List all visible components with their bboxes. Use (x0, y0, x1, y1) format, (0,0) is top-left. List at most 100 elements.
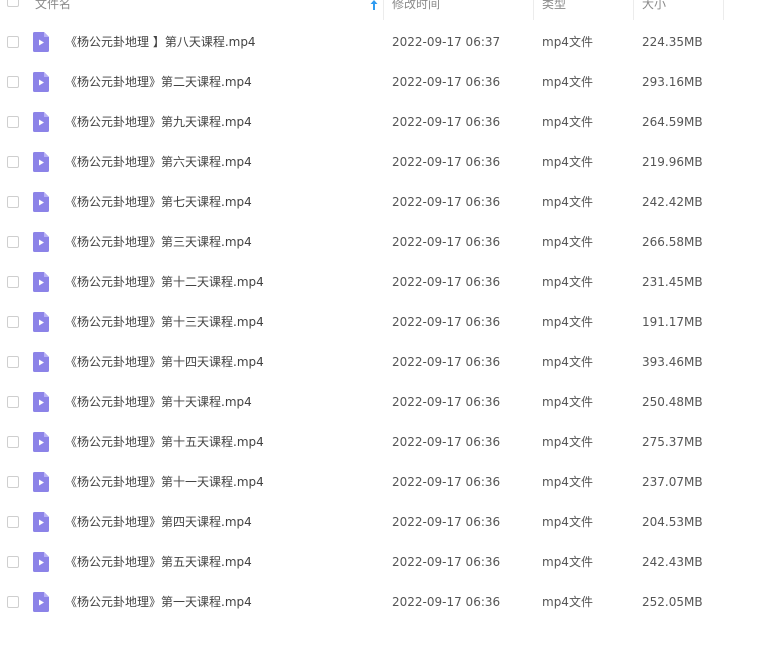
file-type: mp4文件 (542, 315, 593, 329)
row-checkbox[interactable] (7, 476, 19, 488)
file-type: mp4文件 (542, 35, 593, 49)
column-header-size[interactable]: 大小 (634, 0, 724, 20)
file-type: mp4文件 (542, 595, 593, 609)
file-size: 393.46MB (642, 355, 703, 369)
file-row[interactable]: 《杨公元卦地理》第十四天课程.mp4 2022-09-17 06:36 mp4文件 3… (0, 342, 764, 382)
sort-ascending-icon[interactable] (370, 0, 378, 10)
video-file-icon (33, 352, 49, 372)
file-row[interactable]: 《杨公元卦地理》第四天课程.mp4 2022-09-17 06:36 mp4文件 20… (0, 502, 764, 542)
video-file-icon (33, 392, 49, 412)
row-checkbox[interactable] (7, 236, 19, 248)
select-all-checkbox[interactable] (7, 0, 19, 7)
file-modified-time: 2022-09-17 06:36 (392, 155, 501, 169)
file-name[interactable]: 《杨公元卦地理》第二天课程.mp4 (65, 75, 252, 89)
file-type: mp4文件 (542, 555, 593, 569)
file-type: mp4文件 (542, 515, 593, 529)
file-name[interactable]: 《杨公元卦地理》第七天课程.mp4 (65, 195, 252, 209)
file-row[interactable]: 《杨公元卦地理》第五天课程.mp4 2022-09-17 06:36 mp4文件 24… (0, 542, 764, 582)
row-checkbox[interactable] (7, 36, 19, 48)
file-name[interactable]: 《杨公元卦地理》第九天课程.mp4 (65, 115, 252, 129)
file-type: mp4文件 (542, 275, 593, 289)
row-checkbox[interactable] (7, 436, 19, 448)
file-type: mp4文件 (542, 235, 593, 249)
file-row[interactable]: 《杨公元卦地理》第六天课程.mp4 2022-09-17 06:36 mp4文件 21… (0, 142, 764, 182)
column-header-date[interactable]: 修改时间 (384, 0, 534, 20)
file-name[interactable]: 《杨公元卦地理》第十一天课程.mp4 (65, 475, 264, 489)
column-header-name[interactable]: 文件名 (30, 0, 384, 20)
file-size: 242.43MB (642, 555, 703, 569)
file-size: 264.59MB (642, 115, 703, 129)
column-header-type[interactable]: 类型 (534, 0, 634, 20)
file-modified-time: 2022-09-17 06:36 (392, 355, 501, 369)
column-header-type-label: 类型 (542, 0, 567, 11)
video-file-icon (33, 272, 49, 292)
file-modified-time: 2022-09-17 06:36 (392, 195, 501, 209)
file-row[interactable]: 《杨公元卦地理》第十一天课程.mp4 2022-09-17 06:36 mp4文件 2… (0, 462, 764, 502)
file-name[interactable]: 《杨公元卦地理》第一天课程.mp4 (65, 595, 252, 609)
file-name[interactable]: 《杨公元卦地理》第五天课程.mp4 (65, 555, 252, 569)
video-file-icon (33, 152, 49, 172)
file-name[interactable]: 《杨公元卦地理》第三天课程.mp4 (65, 235, 252, 249)
file-row[interactable]: 《杨公元卦地理》第三天课程.mp4 2022-09-17 06:36 mp4文件 26… (0, 222, 764, 262)
file-modified-time: 2022-09-17 06:36 (392, 235, 501, 249)
file-size: 266.58MB (642, 235, 703, 249)
file-type: mp4文件 (542, 395, 593, 409)
file-size: 252.05MB (642, 595, 703, 609)
file-row[interactable]: 《杨公元卦地理 】第八天课程.mp4 2022-09-17 06:37 mp4文件 2… (0, 22, 764, 62)
file-row[interactable]: 《杨公元卦地理》第一天课程.mp4 2022-09-17 06:36 mp4文件 25… (0, 582, 764, 622)
file-row[interactable]: 《杨公元卦地理》第十天课程.mp4 2022-09-17 06:36 mp4文件 25… (0, 382, 764, 422)
video-file-icon (33, 32, 49, 52)
file-type: mp4文件 (542, 355, 593, 369)
column-header-date-label: 修改时间 (392, 0, 441, 11)
file-row[interactable]: 《杨公元卦地理》第十三天课程.mp4 2022-09-17 06:36 mp4文件 1… (0, 302, 764, 342)
file-row[interactable]: 《杨公元卦地理》第二天课程.mp4 2022-09-17 06:36 mp4文件 29… (0, 62, 764, 102)
file-type: mp4文件 (542, 75, 593, 89)
row-checkbox[interactable] (7, 156, 19, 168)
file-name[interactable]: 《杨公元卦地理》第十四天课程.mp4 (65, 355, 264, 369)
row-checkbox[interactable] (7, 316, 19, 328)
file-modified-time: 2022-09-17 06:36 (392, 315, 501, 329)
video-file-icon (33, 432, 49, 452)
video-file-icon (33, 72, 49, 92)
row-checkbox[interactable] (7, 596, 19, 608)
file-modified-time: 2022-09-17 06:36 (392, 515, 501, 529)
file-modified-time: 2022-09-17 06:36 (392, 275, 501, 289)
file-type: mp4文件 (542, 155, 593, 169)
column-header-name-label: 文件名 (35, 0, 72, 11)
file-name[interactable]: 《杨公元卦地理》第十五天课程.mp4 (65, 435, 264, 449)
file-name[interactable]: 《杨公元卦地理》第六天课程.mp4 (65, 155, 252, 169)
file-row[interactable]: 《杨公元卦地理》第七天课程.mp4 2022-09-17 06:36 mp4文件 24… (0, 182, 764, 222)
file-name[interactable]: 《杨公元卦地理》第四天课程.mp4 (65, 515, 252, 529)
file-row[interactable]: 《杨公元卦地理》第九天课程.mp4 2022-09-17 06:36 mp4文件 26… (0, 102, 764, 142)
file-modified-time: 2022-09-17 06:37 (392, 35, 501, 49)
row-checkbox[interactable] (7, 276, 19, 288)
video-file-icon (33, 312, 49, 332)
file-size: 275.37MB (642, 435, 703, 449)
video-file-icon (33, 112, 49, 132)
video-file-icon (33, 512, 49, 532)
row-checkbox[interactable] (7, 196, 19, 208)
row-checkbox[interactable] (7, 516, 19, 528)
file-row[interactable]: 《杨公元卦地理》第十五天课程.mp4 2022-09-17 06:36 mp4文件 2… (0, 422, 764, 462)
file-name[interactable]: 《杨公元卦地理 】第八天课程.mp4 (65, 35, 256, 49)
file-name[interactable]: 《杨公元卦地理》第十天课程.mp4 (65, 395, 252, 409)
file-size: 242.42MB (642, 195, 703, 209)
row-checkbox[interactable] (7, 76, 19, 88)
row-checkbox[interactable] (7, 396, 19, 408)
file-size: 224.35MB (642, 35, 703, 49)
file-name[interactable]: 《杨公元卦地理》第十二天课程.mp4 (65, 275, 264, 289)
file-name[interactable]: 《杨公元卦地理》第十三天课程.mp4 (65, 315, 264, 329)
file-modified-time: 2022-09-17 06:36 (392, 555, 501, 569)
file-size: 237.07MB (642, 475, 703, 489)
row-checkbox[interactable] (7, 556, 19, 568)
column-header-size-label: 大小 (642, 0, 667, 11)
file-type: mp4文件 (542, 435, 593, 449)
row-checkbox[interactable] (7, 356, 19, 368)
row-checkbox[interactable] (7, 116, 19, 128)
file-modified-time: 2022-09-17 06:36 (392, 435, 501, 449)
video-file-icon (33, 232, 49, 252)
file-size: 250.48MB (642, 395, 703, 409)
file-row[interactable]: 《杨公元卦地理》第十二天课程.mp4 2022-09-17 06:36 mp4文件 2… (0, 262, 764, 302)
file-modified-time: 2022-09-17 06:36 (392, 395, 501, 409)
file-modified-time: 2022-09-17 06:36 (392, 595, 501, 609)
